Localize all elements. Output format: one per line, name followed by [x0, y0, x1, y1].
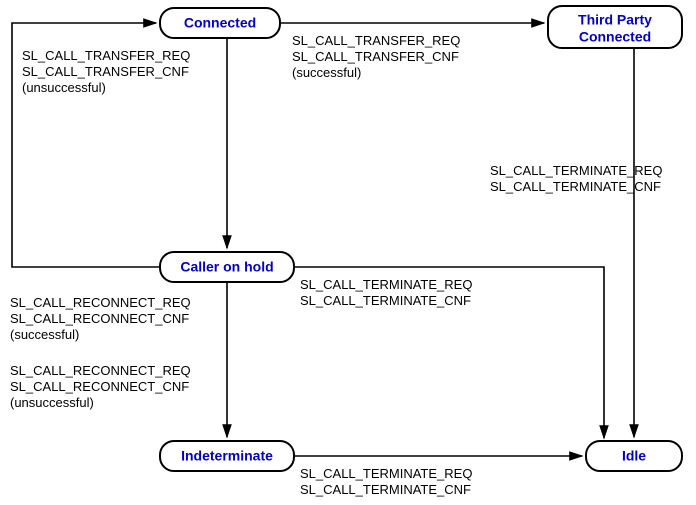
state-caller-on-hold: Caller on hold [160, 252, 294, 282]
state-label-third-party-l1: Third Party [578, 12, 652, 28]
state-indeterminate: Indeterminate [160, 441, 294, 471]
edge-label: SL_CALL_RECONNECT_CNF [10, 379, 189, 394]
edge-label: SL_CALL_TERMINATE_CNF [300, 293, 471, 308]
edge-label: (unsuccessful) [22, 80, 106, 95]
edge-label: SL_CALL_RECONNECT_REQ [10, 363, 191, 378]
edge-label: (successful) [10, 327, 79, 342]
state-third-party-connected: Third Party Connected [548, 6, 682, 48]
state-diagram: Connected Third Party Connected Caller o… [0, 0, 696, 505]
edge-label: (successful) [292, 65, 361, 80]
edge-label: SL_CALL_RECONNECT_REQ [10, 295, 191, 310]
edge-label: (unsuccessful) [10, 395, 94, 410]
edge-label: SL_CALL_TERMINATE_CNF [300, 482, 471, 497]
edge-label: SL_CALL_TERMINATE_CNF [490, 179, 661, 194]
state-label-third-party-l2: Connected [579, 29, 651, 45]
edge-label: SL_CALL_TRANSFER_REQ [292, 33, 460, 48]
state-connected: Connected [160, 8, 280, 38]
edge-label: SL_CALL_RECONNECT_CNF [10, 311, 189, 326]
state-idle: Idle [586, 441, 682, 471]
edge-label: SL_CALL_TERMINATE_REQ [300, 466, 472, 481]
edge-label: SL_CALL_TERMINATE_REQ [300, 277, 472, 292]
edge-label: SL_CALL_TRANSFER_CNF [292, 49, 459, 64]
state-label-indeterminate: Indeterminate [181, 448, 273, 464]
state-label-idle: Idle [622, 448, 646, 464]
edge-label: SL_CALL_TERMINATE_REQ [490, 163, 662, 178]
edge-label: SL_CALL_TRANSFER_REQ [22, 48, 190, 63]
state-label-caller-on-hold: Caller on hold [180, 259, 273, 275]
state-label-connected: Connected [184, 15, 256, 31]
edge-label: SL_CALL_TRANSFER_CNF [22, 64, 189, 79]
